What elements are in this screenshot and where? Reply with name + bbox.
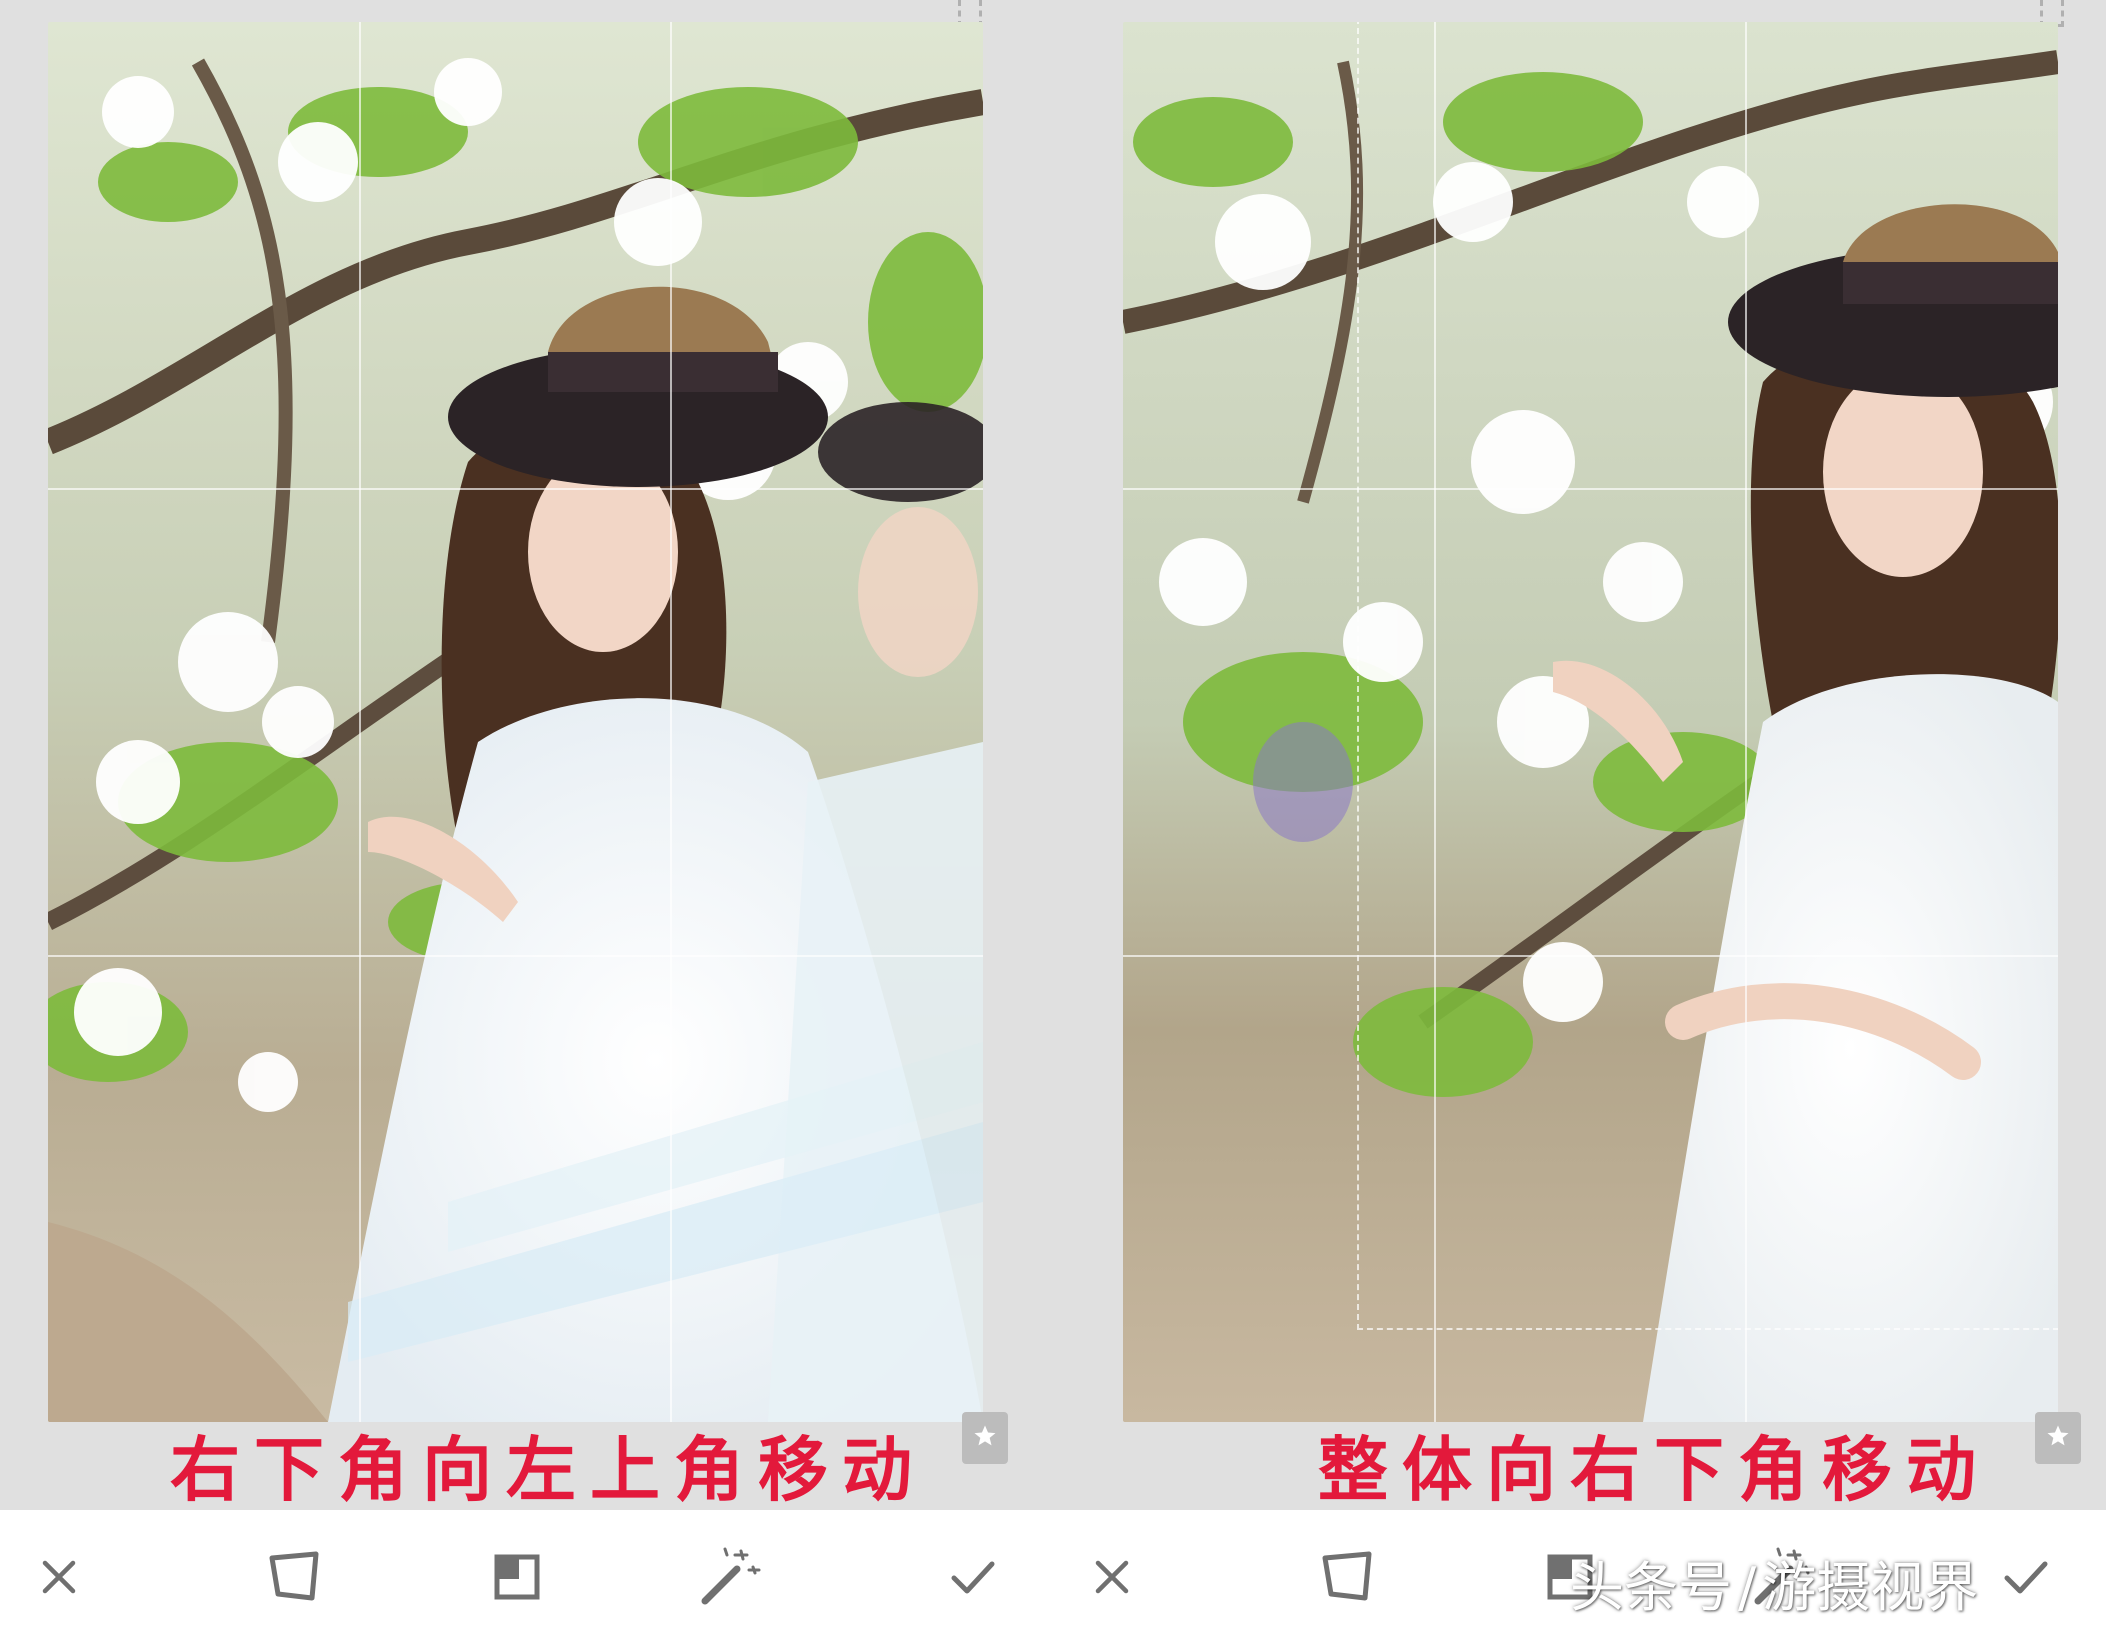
close-icon — [1095, 1560, 1129, 1594]
apply-button[interactable] — [936, 1540, 1010, 1614]
perspective-tool-button[interactable] — [1311, 1540, 1385, 1614]
bottom-toolbar — [0, 1510, 1053, 1644]
perspective-tool-icon — [1322, 1551, 1372, 1601]
watermark: 头条号 / 游摄视界 — [1570, 1548, 1978, 1628]
bookmark-button[interactable] — [2035, 1412, 2081, 1464]
canvas-area: 整体向右下角移动 — [1053, 0, 2106, 1510]
star-icon — [2047, 1425, 2069, 1446]
apply-button[interactable] — [1989, 1540, 2063, 1614]
bookmark-button[interactable] — [962, 1412, 1008, 1464]
left-editor-panel: 右下角向左上角移动 — [0, 0, 1053, 1644]
pen-slash-icon: / — [1738, 1556, 1757, 1619]
edited-photo[interactable] — [1123, 22, 2058, 1422]
edited-photo[interactable] — [48, 22, 983, 1422]
perspective-tool-button[interactable] — [258, 1540, 332, 1614]
expand-frame-icon — [494, 1554, 540, 1600]
cancel-button[interactable] — [1075, 1540, 1149, 1614]
auto-adjust-button[interactable] — [692, 1540, 766, 1614]
close-icon — [42, 1560, 76, 1594]
watermark-prefix: 头条号 — [1570, 1556, 1732, 1619]
photo-image — [1123, 22, 2058, 1422]
check-icon — [2004, 1561, 2048, 1594]
check-icon — [951, 1561, 995, 1594]
star-icon — [974, 1425, 996, 1446]
expand-frame-button[interactable] — [480, 1540, 554, 1614]
caption-text: 整体向右下角移动 — [1318, 1428, 1990, 1511]
magic-wand-icon — [701, 1547, 761, 1605]
watermark-name: 游摄视界 — [1762, 1556, 1979, 1619]
perspective-tool-icon — [269, 1551, 319, 1601]
cancel-button[interactable] — [22, 1540, 96, 1614]
caption-text: 右下角向左上角移动 — [170, 1428, 926, 1511]
photo-image — [48, 22, 983, 1422]
right-editor-panel: 整体向右下角移动 — [1053, 0, 2106, 1644]
canvas-area: 右下角向左上角移动 — [0, 0, 1053, 1510]
